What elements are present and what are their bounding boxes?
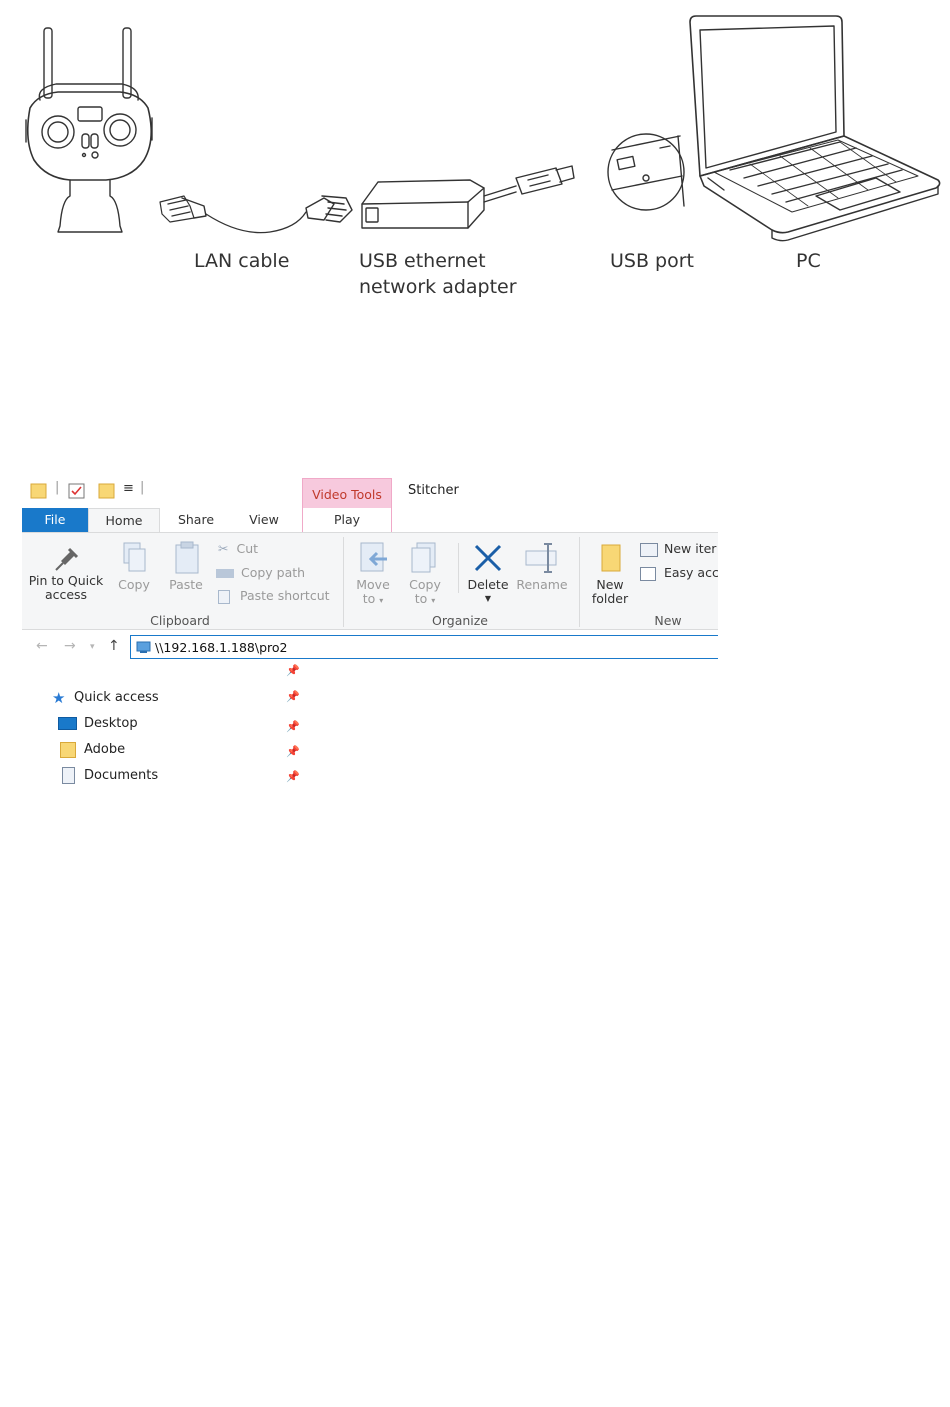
pin-icon: 📌 xyxy=(286,770,300,783)
address-bar-row: ← → ▾ ↑ \\192.168.1.188\pro2 xyxy=(22,634,718,662)
pin-icon: 📌 xyxy=(286,690,300,703)
quick-access-toolbar: | ≡ | xyxy=(22,474,302,508)
usb-port-closeup-icon xyxy=(607,133,685,211)
copy-path-button[interactable]: Copy path xyxy=(216,565,305,580)
network-drive-icon xyxy=(136,641,151,653)
navigation-pane: 📌 ★ Quick access 📌 Desktop 📌 Adobe 📌 Doc… xyxy=(48,662,308,796)
group-divider xyxy=(343,537,344,627)
new-item-icon xyxy=(640,542,658,557)
nav-item-adobe[interactable]: Adobe xyxy=(58,740,278,760)
delete-button[interactable]: Delete ▼ xyxy=(462,541,514,606)
delete-x-icon xyxy=(474,544,502,572)
pc-caption: PC xyxy=(796,250,821,272)
new-folder-icon xyxy=(601,544,621,572)
pin-icon xyxy=(55,547,79,571)
new-folder-icon[interactable] xyxy=(98,482,116,504)
separator-icon: | xyxy=(140,480,145,495)
tab-share[interactable]: Share xyxy=(168,508,224,532)
paste-button[interactable]: Paste xyxy=(164,541,208,592)
easy-access-icon xyxy=(640,566,656,581)
paste-icon xyxy=(175,541,199,574)
pin-to-quick-access-button[interactable]: Pin to Quick access xyxy=(26,543,106,602)
laptop-icon xyxy=(689,15,941,242)
lan-cable-caption: LAN cable xyxy=(194,250,290,272)
copy-to-button[interactable]: Copy to ▾ xyxy=(402,541,448,608)
forward-arrow-icon[interactable]: → xyxy=(64,638,76,654)
rename-button[interactable]: Rename xyxy=(514,541,570,592)
tab-file[interactable]: File xyxy=(22,508,88,532)
properties-icon[interactable] xyxy=(68,482,86,504)
paste-shortcut-icon xyxy=(218,589,230,604)
star-icon: ★ xyxy=(52,689,66,707)
desktop-icon xyxy=(58,717,77,730)
move-to-button[interactable]: Move to ▾ xyxy=(350,541,396,608)
nav-item-desktop[interactable]: Desktop xyxy=(58,714,278,734)
tab-home[interactable]: Home xyxy=(88,508,160,533)
new-folder-button[interactable]: New folder xyxy=(586,541,634,606)
lan-cable-icon xyxy=(159,195,353,234)
copy-to-icon xyxy=(411,542,436,573)
clipboard-group-label: Clipboard xyxy=(150,613,210,628)
easy-access-button[interactable]: Easy acc xyxy=(640,565,718,581)
group-divider xyxy=(579,537,580,627)
cut-button[interactable]: ✂ Cut xyxy=(218,541,258,556)
chevron-down-icon: ▾ xyxy=(431,596,436,605)
move-to-icon xyxy=(360,542,387,572)
back-arrow-icon[interactable]: ← xyxy=(36,638,48,654)
copy-icon xyxy=(123,542,146,572)
recent-locations-chevron-icon[interactable]: ▾ xyxy=(90,642,95,652)
address-field[interactable]: \\192.168.1.188\pro2 xyxy=(130,635,718,659)
ribbon-tab-bar: File Home Share View Play xyxy=(22,508,718,533)
pin-icon: 📌 xyxy=(286,664,300,677)
chevron-down-icon: ▼ xyxy=(484,594,492,603)
adapter-caption-line1: USB ethernet xyxy=(359,250,486,272)
scissors-icon: ✂ xyxy=(218,541,229,556)
pin-icon: 📌 xyxy=(286,720,300,733)
folder-icon[interactable] xyxy=(30,482,48,504)
copy-path-icon xyxy=(216,569,234,578)
new-item-button[interactable]: New iter xyxy=(640,541,716,557)
tab-play[interactable]: Play xyxy=(302,508,392,532)
nav-item-quick-access[interactable]: ★ Quick access xyxy=(48,688,278,708)
connection-diagram: LAN cable USB ethernet network adapter U… xyxy=(0,0,950,320)
pin-icon: 📌 xyxy=(286,745,300,758)
usb-port-caption: USB port xyxy=(610,250,694,272)
copy-button[interactable]: Copy xyxy=(112,541,156,592)
ribbon: Pin to Quick access Copy Paste ✂ Cut Cop… xyxy=(22,532,718,630)
chevron-down-icon: ▾ xyxy=(379,596,384,605)
group-divider xyxy=(458,543,459,593)
new-group-label: New xyxy=(654,613,682,628)
file-explorer-window: | ≡ | Video Tools Stitcher File Home Sha… xyxy=(22,474,718,796)
tab-view[interactable]: View xyxy=(236,508,292,532)
up-arrow-icon[interactable]: ↑ xyxy=(108,638,120,654)
camera-icon xyxy=(25,27,153,233)
customize-toolbar-icon[interactable]: ≡ xyxy=(123,481,134,496)
window-title: Stitcher xyxy=(408,483,459,498)
organize-group-label: Organize xyxy=(432,613,488,628)
paste-shortcut-button[interactable]: Paste shortcut xyxy=(218,588,330,604)
nav-item-documents[interactable]: Documents xyxy=(58,766,278,786)
address-path-text: \\192.168.1.188\pro2 xyxy=(155,640,288,655)
adapter-caption-line2: network adapter xyxy=(359,276,517,298)
separator-icon: | xyxy=(55,480,60,495)
video-tools-contextual-tab: Video Tools xyxy=(302,478,392,508)
usb-ethernet-adapter-icon xyxy=(361,165,575,229)
rename-icon xyxy=(525,543,557,573)
documents-icon xyxy=(62,767,75,784)
folder-icon xyxy=(60,742,76,758)
